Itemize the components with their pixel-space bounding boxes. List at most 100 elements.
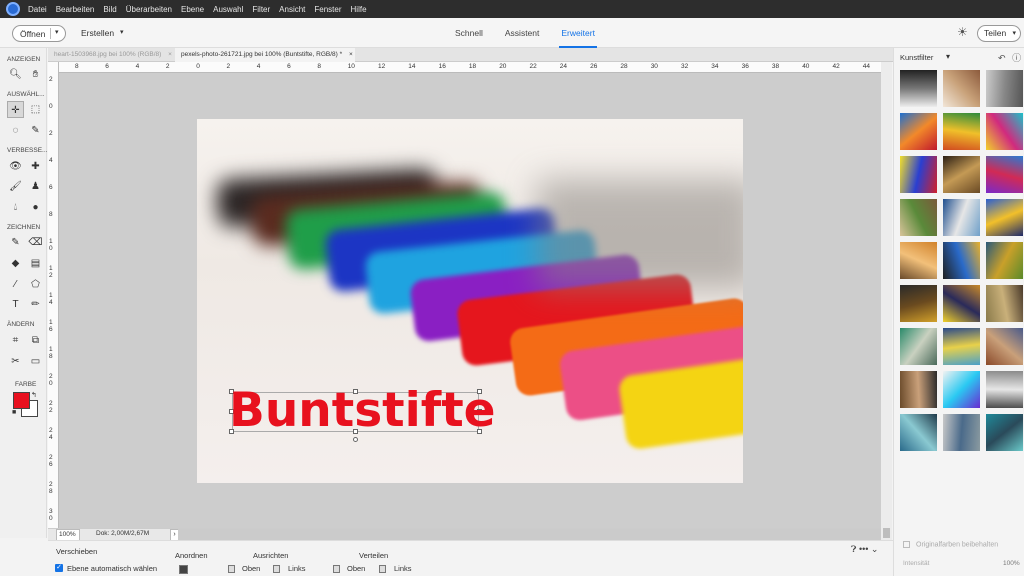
eyedropper-tool-icon[interactable]: ⁄ — [7, 276, 24, 293]
quick-selection-tool-icon[interactable]: ✎ — [27, 122, 44, 139]
swap-colors-icon[interactable]: ↰ — [31, 391, 37, 399]
filter-thumbnail[interactable] — [900, 242, 937, 279]
auto-select-checkbox[interactable]: ✓ — [55, 564, 63, 572]
menu-datei[interactable]: Datei — [28, 5, 47, 14]
filter-thumbnail[interactable] — [900, 414, 937, 451]
doc-tab-heart[interactable]: heart-1503968.jpg bei 100% (RGB/8) × — [48, 48, 174, 62]
vertical-scrollbar[interactable] — [881, 62, 892, 540]
filter-thumbnail[interactable] — [986, 199, 1023, 236]
filter-thumbnail[interactable] — [900, 371, 937, 408]
menu-ebene[interactable]: Ebene — [181, 5, 204, 14]
menu-bild[interactable]: Bild — [103, 5, 116, 14]
tab-schnell[interactable]: Schnell — [455, 28, 483, 44]
shape-tool-icon[interactable]: ⬠ — [27, 276, 44, 293]
filter-thumbnail[interactable] — [900, 285, 937, 322]
filter-thumbnail[interactable] — [986, 156, 1023, 193]
collapse-icon[interactable]: ⌄ — [871, 544, 879, 554]
foreground-color-swatch[interactable] — [13, 392, 30, 409]
lasso-tool-icon[interactable]: ◌ — [7, 122, 24, 139]
filter-thumbnail[interactable] — [943, 70, 980, 107]
help-icon[interactable]: ❓︎ — [851, 544, 856, 554]
filter-thumbnail[interactable] — [986, 328, 1023, 365]
more-icon[interactable]: ••• — [859, 544, 868, 554]
info-icon[interactable]: ⓘ — [1012, 53, 1021, 63]
arrange-icon[interactable] — [179, 565, 188, 574]
sponge-tool-icon[interactable]: ● — [27, 199, 44, 216]
spot-healing-tool-icon[interactable]: ✚ — [27, 158, 44, 175]
reset-icon[interactable]: ↶ — [998, 53, 1006, 63]
gradient-tool-icon[interactable]: ▤ — [27, 255, 44, 272]
tab-erweitert[interactable]: Erweitert — [559, 28, 597, 48]
menu-filter[interactable]: Filter — [252, 5, 270, 14]
create-dropdown-icon[interactable]: ▾ — [120, 28, 124, 36]
doc-tab-pexels[interactable]: pexels-photo-261721.jpg bei 100% (Buntst… — [175, 48, 355, 62]
default-colors-icon[interactable]: ■ — [12, 409, 16, 416]
filter-thumbnail[interactable] — [986, 371, 1023, 408]
filter-thumbnail[interactable] — [943, 328, 980, 365]
content-aware-move-tool-icon[interactable]: ✂ — [7, 353, 24, 370]
align-left-icon[interactable] — [273, 565, 280, 573]
paint-bucket-tool-icon[interactable]: ◆ — [7, 255, 24, 272]
filter-thumbnail[interactable] — [943, 414, 980, 451]
smart-brush-tool-icon[interactable]: 🖌︎ — [7, 178, 24, 195]
keep-colors-checkbox[interactable] — [903, 541, 910, 548]
horizontal-scrollbar[interactable] — [178, 529, 881, 540]
recompose-tool-icon[interactable]: ⧉ — [27, 332, 44, 349]
filter-thumbnail[interactable] — [943, 371, 980, 408]
align-top-icon[interactable] — [228, 565, 235, 573]
text-tool-icon[interactable]: T — [7, 296, 24, 313]
filter-thumbnail[interactable] — [900, 70, 937, 107]
align-left-label[interactable]: Links — [288, 564, 306, 573]
menu-bearbeiten[interactable]: Bearbeiten — [56, 5, 95, 14]
create-button[interactable]: Erstellen — [81, 28, 114, 38]
menu-ueberarbeiten[interactable]: Überarbeiten — [126, 5, 172, 14]
eraser-tool-icon[interactable]: ⌫ — [27, 234, 44, 251]
keep-colors-option[interactable]: Originalfarben beibehalten — [903, 541, 998, 548]
filter-thumbnail[interactable] — [986, 242, 1023, 279]
menu-ansicht[interactable]: Ansicht — [279, 5, 305, 14]
red-eye-tool-icon[interactable]: 👁︎ — [7, 158, 24, 175]
filter-thumbnail[interactable] — [986, 285, 1023, 322]
distribute-top-label[interactable]: Oben — [347, 564, 365, 573]
zoom-tool-icon[interactable]: 🔍︎ — [7, 66, 24, 83]
move-tool-icon[interactable]: ✛ — [7, 101, 24, 118]
marquee-tool-icon[interactable]: ⬚ — [27, 101, 44, 118]
filter-thumbnail[interactable] — [986, 113, 1023, 150]
filter-thumbnail[interactable] — [986, 70, 1023, 107]
hand-tool-icon[interactable]: ✋︎ — [27, 66, 44, 83]
close-icon[interactable]: × — [168, 51, 172, 58]
filter-thumbnail[interactable] — [900, 113, 937, 150]
scrollbar-thumb[interactable] — [883, 528, 890, 538]
open-dropdown-icon[interactable]: ▾ — [55, 28, 59, 36]
align-top-label[interactable]: Oben — [242, 564, 260, 573]
menu-fenster[interactable]: Fenster — [314, 5, 341, 14]
blur-tool-icon[interactable]: 💧︎ — [7, 199, 24, 216]
filter-thumbnail[interactable] — [943, 242, 980, 279]
filter-thumbnail[interactable] — [900, 328, 937, 365]
filter-thumbnail[interactable] — [943, 199, 980, 236]
filter-thumbnail[interactable] — [900, 156, 937, 193]
filter-thumbnail[interactable] — [943, 113, 980, 150]
menu-hilfe[interactable]: Hilfe — [351, 5, 367, 14]
open-button[interactable]: Öffnen ▾ — [12, 25, 66, 42]
ruler-label: 2 4 — [49, 427, 53, 441]
straighten-tool-icon[interactable]: ▭ — [27, 353, 44, 370]
tab-assistent[interactable]: Assistent — [505, 28, 540, 44]
pencil-tool-icon[interactable]: ✏︎ — [27, 296, 44, 313]
filter-thumbnail[interactable] — [943, 285, 980, 322]
distribute-left-label[interactable]: Links — [394, 564, 412, 573]
clone-stamp-tool-icon[interactable]: ♟ — [27, 178, 44, 195]
panel-dropdown-icon[interactable]: ▾ — [946, 52, 950, 61]
filter-thumbnail[interactable] — [943, 156, 980, 193]
brush-tool-icon[interactable]: ✎ — [7, 234, 24, 251]
share-button[interactable]: Teilen ▾ — [977, 25, 1021, 42]
crop-tool-icon[interactable]: ⌗ — [7, 332, 24, 349]
close-icon[interactable]: × — [349, 51, 353, 58]
text-layer-buntstifte[interactable]: Buntstifte — [229, 383, 496, 438]
filter-thumbnail[interactable] — [986, 414, 1023, 451]
filter-thumbnail[interactable] — [900, 199, 937, 236]
theme-sun-icon[interactable]: ☀ — [957, 25, 968, 39]
distribute-top-icon[interactable] — [333, 565, 340, 573]
menu-auswahl[interactable]: Auswahl — [213, 5, 243, 14]
distribute-left-icon[interactable] — [379, 565, 386, 573]
